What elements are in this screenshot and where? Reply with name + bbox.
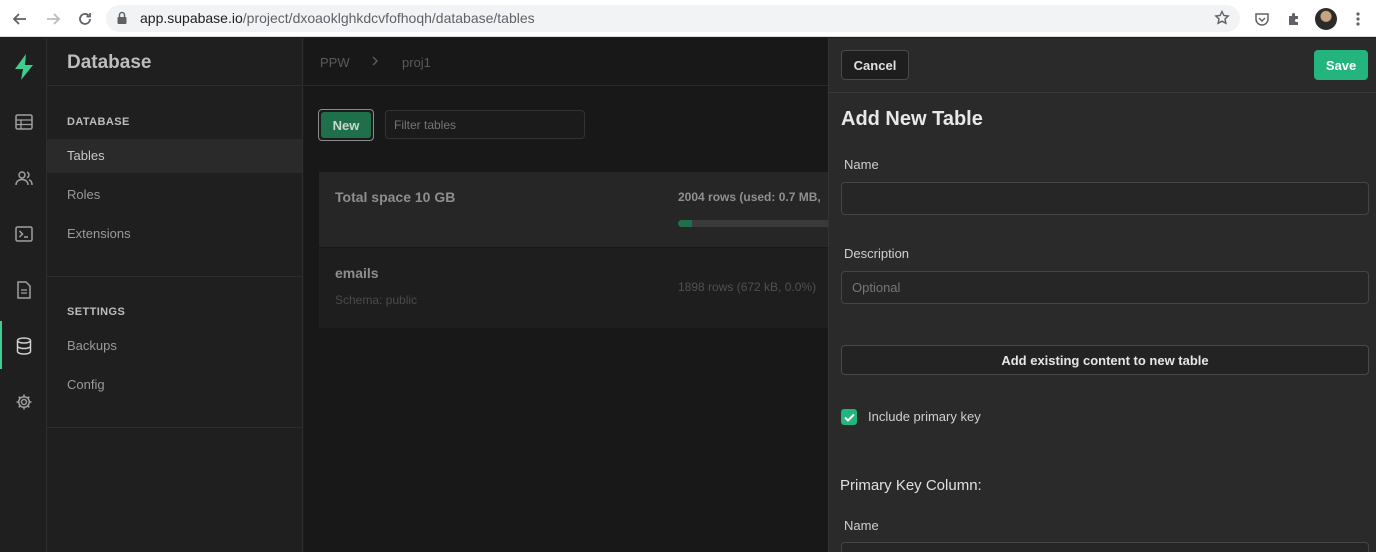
add-table-panel: Cancel Save Add New Table Name Descripti… [828,38,1376,552]
divider [47,427,302,428]
panel-title: Add New Table [841,108,983,130]
browser-menu-icon[interactable] [1347,8,1369,30]
add-existing-content-button[interactable]: Add existing content to new table [841,345,1369,375]
docs-icon[interactable] [0,274,47,306]
divider [47,85,302,86]
browser-toolbar: app.supabase.io/project/dxoaoklghkdcvfof… [0,0,1376,37]
name-label: Name [844,157,879,172]
pk-name-label: Name [844,518,879,533]
total-space-card: Total space 10 GB 2004 rows (used: 0.7 M… [319,172,828,247]
filter-tables-input[interactable] [385,110,585,139]
table-name-input[interactable] [841,182,1369,215]
section-heading-database: DATABASE [67,116,130,128]
lock-icon [116,11,128,30]
reload-icon[interactable] [74,8,96,30]
breadcrumb: PPW proj1 [304,38,828,86]
users-icon[interactable] [0,162,47,194]
sidebar-item-backups[interactable]: Backups [47,329,302,363]
main-content: PPW proj1 New Total space 10 GB 2004 row… [304,38,828,552]
table-editor-icon[interactable] [0,106,47,138]
url-text: app.supabase.io/project/dxoaoklghkdcvfof… [140,10,535,26]
extensions-icon[interactable] [1283,8,1305,30]
primary-key-heading: Primary Key Column: [840,477,982,494]
cancel-button[interactable]: Cancel [841,50,909,80]
forward-icon[interactable] [42,8,64,30]
checkmark-icon [843,413,855,422]
supabase-logo-icon[interactable] [0,50,47,84]
settings-gear-icon[interactable] [0,386,47,418]
sidebar-item-tables[interactable]: Tables [47,139,302,173]
section-heading-settings: SETTINGS [67,306,126,318]
divider [47,276,302,277]
database-sidebar: Database DATABASE Tables Roles Extension… [47,38,303,552]
include-primary-key-checkbox[interactable] [841,409,857,425]
breadcrumb-project[interactable]: proj1 [402,55,431,70]
profile-avatar[interactable] [1315,8,1337,30]
usage-progress-fill [678,220,692,227]
total-space-title: Total space 10 GB [335,189,456,205]
icon-rail [0,38,47,552]
save-button[interactable]: Save [1314,50,1368,80]
table-schema: Schema: public [335,293,418,307]
pk-name-input[interactable] [841,542,1369,552]
sql-terminal-icon[interactable] [0,218,47,250]
chevron-right-icon [371,55,379,70]
sidebar-title: Database [67,52,152,73]
address-bar[interactable]: app.supabase.io/project/dxoaoklghkdcvfof… [106,5,1240,32]
description-label: Description [844,246,910,261]
new-table-button[interactable]: New [318,109,374,141]
description-input[interactable]: Optional [841,271,1369,304]
usage-progress-bar [678,220,828,227]
breadcrumb-org[interactable]: PPW [320,55,350,70]
back-icon[interactable] [9,8,31,30]
database-icon[interactable] [0,330,47,362]
table-row[interactable]: emails Schema: public 1898 rows (672 kB,… [319,248,828,328]
table-row-stats: 1898 rows (672 kB, 0.0%) [678,280,817,294]
total-rows-stats: 2004 rows (used: 0.7 MB, [678,190,821,204]
bookmark-star-icon[interactable] [1214,9,1230,31]
panel-header: Cancel Save [829,38,1376,93]
sidebar-item-roles[interactable]: Roles [47,178,302,212]
sidebar-item-extensions[interactable]: Extensions [47,217,302,251]
sidebar-item-config[interactable]: Config [47,368,302,402]
table-name: emails [335,265,379,281]
include-primary-key-label[interactable]: Include primary key [868,409,981,424]
pocket-icon[interactable] [1251,8,1273,30]
